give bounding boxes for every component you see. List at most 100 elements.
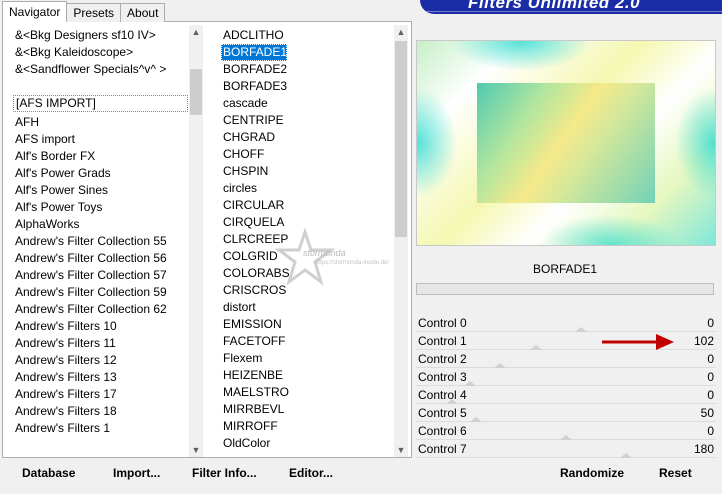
filter-row: CHGRAD [221, 129, 393, 146]
filter-row: BORFADE2 [221, 61, 393, 78]
filter-item[interactable]: CENTRIPE [221, 112, 393, 129]
filter-item[interactable]: MIRRBEVL [221, 401, 393, 418]
filter-scrollbar[interactable]: ▲ ▼ [394, 25, 408, 457]
filter-item[interactable]: ADCLITHO [221, 27, 393, 44]
category-item[interactable]: Andrew's Filters 1 [13, 420, 188, 437]
filter-item[interactable]: COLORABS [221, 265, 393, 282]
category-item[interactable]: Andrew's Filter Collection 57 [13, 267, 188, 284]
scroll-up-icon[interactable]: ▲ [189, 25, 203, 39]
filter-row: HEIZENBE [221, 367, 393, 384]
category-item[interactable]: Alf's Power Toys [13, 199, 188, 216]
filter-item[interactable]: CHOFF [221, 146, 393, 163]
control-slider-row[interactable]: Control 0 0 [416, 314, 716, 332]
filter-item[interactable]: CHSPIN [221, 163, 393, 180]
scroll-thumb[interactable] [190, 69, 202, 115]
filter-item[interactable]: CIRCULAR [221, 197, 393, 214]
category-item[interactable]: Andrew's Filter Collection 59 [13, 284, 188, 301]
category-item[interactable]: Alf's Power Sines [13, 182, 188, 199]
control-label: Control 1 [418, 334, 467, 348]
filter-row: BORFADE3 [221, 78, 393, 95]
category-item[interactable]: &<Bkg Designers sf10 IV> [13, 27, 188, 44]
tab-navigator[interactable]: Navigator [2, 1, 68, 22]
control-label: Control 7 [418, 442, 467, 456]
filter-item[interactable]: circles [221, 180, 393, 197]
control-label: Control 6 [418, 424, 467, 438]
filter-item[interactable]: Flexem [221, 350, 393, 367]
category-item[interactable]: AFS import [13, 131, 188, 148]
category-item[interactable]: Andrew's Filter Collection 55 [13, 233, 188, 250]
category-item[interactable]: Alf's Border FX [13, 148, 188, 165]
scroll-down-icon[interactable]: ▼ [394, 443, 408, 457]
filter-row: circles [221, 180, 393, 197]
database-button[interactable]: Database [22, 466, 75, 480]
control-label: Control 3 [418, 370, 467, 384]
control-slider-row[interactable]: Control 4 0 [416, 386, 716, 404]
category-item[interactable]: Alf's Power Grads [13, 165, 188, 182]
control-value: 0 [707, 316, 714, 330]
filter-item[interactable]: HEIZENBE [221, 367, 393, 384]
filter-item[interactable]: BORFADE3 [221, 78, 393, 95]
category-item[interactable]: [AFS IMPORT] [13, 95, 188, 112]
filter-row: cascade [221, 95, 393, 112]
control-value: 102 [693, 334, 714, 348]
filter-item[interactable]: BORFADE1 [221, 44, 288, 61]
randomize-button[interactable]: Randomize [560, 466, 624, 480]
category-item[interactable]: AFH [13, 114, 188, 131]
category-item[interactable]: AlphaWorks [13, 216, 188, 233]
control-slider-row[interactable]: Control 6 0 [416, 422, 716, 440]
category-item[interactable]: Andrew's Filter Collection 62 [13, 301, 188, 318]
scroll-thumb[interactable] [395, 41, 407, 237]
category-list[interactable]: &<Bkg Designers sf10 IV> &<Bkg Kaleidosco… [13, 27, 188, 457]
control-value: 0 [707, 370, 714, 384]
category-item[interactable]: Andrew's Filters 18 [13, 403, 188, 420]
filter-info-button[interactable]: Filter Info... [192, 466, 257, 480]
filter-item[interactable]: cascade [221, 95, 393, 112]
filter-row: OldColor [221, 435, 393, 452]
filter-item[interactable]: CRISCROS [221, 282, 393, 299]
category-item[interactable]: Andrew's Filters 10 [13, 318, 188, 335]
control-slider-row[interactable]: Control 5 50 [416, 404, 716, 422]
category-item[interactable]: Andrew's Filters 11 [13, 335, 188, 352]
filter-row: CENTRIPE [221, 112, 393, 129]
category-item[interactable]: Andrew's Filters 13 [13, 369, 188, 386]
import-button[interactable]: Import... [113, 466, 160, 480]
filter-row: MAELSTRO [221, 384, 393, 401]
filter-row: MIRROFF [221, 418, 393, 435]
editor-button[interactable]: Editor... [289, 466, 333, 480]
filter-item[interactable]: distort [221, 299, 393, 316]
control-slider-row[interactable]: Control 7 180 [416, 440, 716, 458]
progress-bar [416, 283, 714, 295]
filter-row: CIRCULAR [221, 197, 393, 214]
control-value: 0 [707, 424, 714, 438]
category-item[interactable]: Andrew's Filters 12 [13, 352, 188, 369]
database-label: Database [22, 466, 76, 480]
filter-item[interactable]: CLRCREEP [221, 231, 393, 248]
scroll-up-icon[interactable]: ▲ [394, 25, 408, 39]
filter-row: CIRQUELA [221, 214, 393, 231]
reset-button[interactable]: Reset [659, 466, 692, 480]
filter-item[interactable]: MIRROFF [221, 418, 393, 435]
tab-presets[interactable]: Presets [66, 3, 122, 22]
filter-item[interactable]: FACETOFF [221, 333, 393, 350]
filter-item[interactable]: EMISSION [221, 316, 393, 333]
filter-item[interactable]: BORFADE2 [221, 61, 393, 78]
category-item[interactable]: &<Bkg Kaleidoscope> [13, 44, 188, 61]
filter-item[interactable]: COLGRID [221, 248, 393, 265]
category-item[interactable]: Andrew's Filter Collection 56 [13, 250, 188, 267]
filter-preview [416, 40, 716, 246]
tab-about[interactable]: About [120, 3, 166, 22]
randomize-label: Randomize [560, 466, 625, 480]
control-slider-row[interactable]: Control 3 0 [416, 368, 716, 386]
filter-list[interactable]: ADCLITHO BORFADE1 BORFADE2 BORFADE3 cascade C… [221, 27, 393, 457]
category-scrollbar[interactable]: ▲ ▼ [189, 25, 203, 457]
control-value: 0 [707, 388, 714, 402]
control-slider-row[interactable]: Control 2 0 [416, 350, 716, 368]
filter-row: ADCLITHO [221, 27, 393, 44]
filter-item[interactable]: MAELSTRO [221, 384, 393, 401]
category-item[interactable]: &<Sandflower Specials^v^ > [13, 61, 188, 78]
category-item[interactable]: Andrew's Filters 17 [13, 386, 188, 403]
filter-item[interactable]: OldColor [221, 435, 393, 452]
filter-item[interactable]: CIRQUELA [221, 214, 393, 231]
filter-item[interactable]: CHGRAD [221, 129, 393, 146]
scroll-down-icon[interactable]: ▼ [189, 443, 203, 457]
